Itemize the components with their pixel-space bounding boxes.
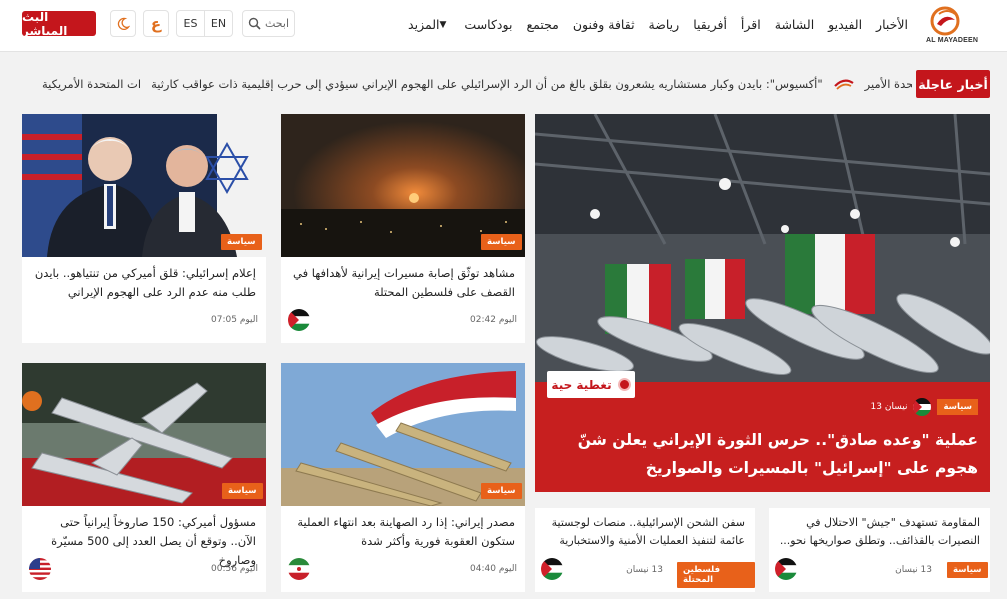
ticker-item[interactable]: الولايات المتحدة الأمير <box>865 77 912 91</box>
nav-screen[interactable]: الشاشة <box>775 17 814 32</box>
news-card-title[interactable]: سفن الشحن الإسرائيلية.. منصات لوجستية عا… <box>545 514 745 550</box>
moon-icon <box>117 17 130 30</box>
category-tag[interactable]: سياسة <box>481 234 522 250</box>
category-tag[interactable]: سياسة <box>937 399 978 415</box>
search-label: ابحث <box>264 17 290 30</box>
lang-en-button[interactable]: EN <box>204 11 232 36</box>
category-tag[interactable]: فلسطين المحتلة <box>677 562 755 588</box>
live-coverage-label: تغطية حية <box>551 377 612 392</box>
nav-sports[interactable]: رياضة <box>649 17 680 32</box>
news-card-title[interactable]: مصدر إيراني: إذا رد الصهاينة بعد انتهاء … <box>291 513 515 551</box>
live-coverage-badge[interactable]: تغطية حية <box>547 371 635 398</box>
news-card[interactable]: سياسة مشاهد توثّق إصابة مسيرات إيرانية ل… <box>281 114 525 343</box>
category-tag[interactable]: سياسة <box>481 483 522 499</box>
news-card-time: 13 نيسان <box>895 565 932 575</box>
news-card-time: اليوم 02:42 <box>470 315 517 325</box>
news-card[interactable]: سياسة إعلام إسرائيلي: قلق أميركي من تنتي… <box>22 114 266 343</box>
palestine-flag-icon <box>913 398 932 416</box>
nav-video[interactable]: الفيديو <box>828 17 862 32</box>
nav-news[interactable]: الأخبار <box>876 17 908 32</box>
featured-story-title[interactable]: عملية "وعده صادق".. حرس الثورة الإيراني … <box>547 426 978 482</box>
breaking-news-label: أخبار عاجلة <box>916 70 990 98</box>
news-card-title[interactable]: مسؤول أميركي: 150 صاروخاً إيرانياً حتى ا… <box>32 513 256 570</box>
news-card[interactable]: المقاومة تستهدف "جيش" الاحتلال في النصير… <box>769 508 990 592</box>
main-nav: الأخبار الفيديو الشاشة اقرأ أفريقيا رياض… <box>408 17 908 32</box>
live-broadcast-button[interactable]: البث المباشر <box>22 10 96 38</box>
logo-caption: AL MAYADEEN <box>926 37 979 44</box>
featured-story[interactable]: تغطية حية سياسة 13 نيسان عملية "وعده صاد… <box>535 114 990 492</box>
lang-es-button[interactable]: ES <box>177 11 204 36</box>
news-card-time: اليوم 00:56 <box>211 564 258 574</box>
news-card-time: اليوم 07:05 <box>211 315 258 325</box>
arabic-language-button[interactable]: ع <box>143 10 169 37</box>
live-dot-icon <box>617 378 631 391</box>
nav-podcast[interactable]: بودكاست <box>464 17 512 32</box>
featured-story-meta: سياسة 13 نيسان <box>871 398 978 416</box>
news-card[interactable]: سياسة مسؤول أميركي: 150 صاروخاً إيرانياً… <box>22 363 266 592</box>
chevron-down-icon: ▼ <box>439 19 447 30</box>
nav-read[interactable]: اقرأ <box>741 17 761 32</box>
news-card-time: 13 نيسان <box>626 565 663 575</box>
news-card-title[interactable]: مشاهد توثّق إصابة مسيرات إيرانية لأهدافه… <box>291 264 515 302</box>
news-card[interactable]: سفن الشحن الإسرائيلية.. منصات لوجستية عا… <box>535 508 755 592</box>
usa-flag-icon <box>29 558 51 580</box>
featured-story-image <box>535 114 990 382</box>
nav-more-label: المزيد <box>408 17 440 32</box>
ticker-item[interactable]: ات المتحدة الأمريكية <box>42 77 141 91</box>
search-button[interactable]: ابحث <box>242 10 295 37</box>
nav-society[interactable]: مجتمع <box>526 17 558 32</box>
nav-more[interactable]: المزيد ▼ <box>408 17 450 32</box>
news-card-title[interactable]: المقاومة تستهدف "جيش" الاحتلال في النصير… <box>779 514 980 550</box>
palestine-flag-icon <box>775 558 797 580</box>
al-mayadeen-mini-logo <box>833 79 854 90</box>
news-card[interactable]: سياسة مصدر إيراني: إذا رد الصهاينة بعد ا… <box>281 363 525 592</box>
palestine-flag-icon <box>288 309 310 331</box>
news-card-title[interactable]: إعلام إسرائيلي: قلق أميركي من تنتياهو.. … <box>32 264 256 302</box>
category-tag[interactable]: سياسة <box>221 234 262 250</box>
palestine-flag-icon <box>541 558 563 580</box>
language-switcher: ES EN <box>176 10 233 37</box>
iran-flag-icon <box>288 558 310 580</box>
dark-mode-toggle[interactable] <box>110 10 136 37</box>
nav-africa[interactable]: أفريقيا <box>693 17 727 32</box>
ticker-item[interactable]: "أكسيوس": بايدن وكبار مستشاريه يشعرون بق… <box>151 77 823 91</box>
category-tag[interactable]: سياسة <box>222 483 263 499</box>
ticker-track[interactable]: الولايات المتحدة الأمير "أكسيوس": بايدن … <box>42 70 912 98</box>
category-tag[interactable]: سياسة <box>947 562 988 578</box>
site-header: البث المباشر ع ES EN ابحث الأخبار الفيدي… <box>0 0 1007 52</box>
breaking-news-ticker: أخبار عاجلة الولايات المتحدة الأمير "أكس… <box>42 70 990 98</box>
story-date: 13 نيسان <box>870 402 908 412</box>
search-icon <box>248 17 261 30</box>
nav-culture[interactable]: ثقافة وفنون <box>573 17 635 32</box>
news-card-time: اليوم 04:40 <box>470 564 517 574</box>
